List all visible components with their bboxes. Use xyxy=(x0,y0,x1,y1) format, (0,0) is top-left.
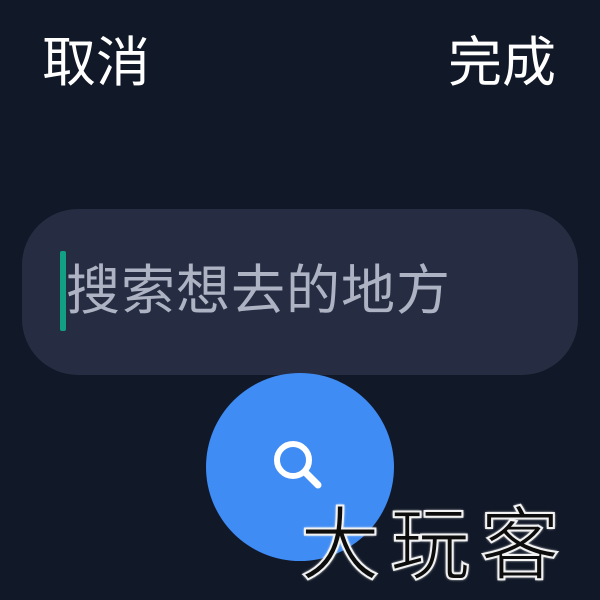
cancel-button[interactable]: 取消 xyxy=(42,28,150,98)
search-icon xyxy=(274,441,322,489)
search-input[interactable]: 搜索想去的地方 xyxy=(22,209,578,375)
done-button[interactable]: 完成 xyxy=(448,28,556,98)
watermark-logo: 大玩客 xyxy=(299,498,570,593)
search-placeholder: 搜索想去的地方 xyxy=(66,259,451,322)
